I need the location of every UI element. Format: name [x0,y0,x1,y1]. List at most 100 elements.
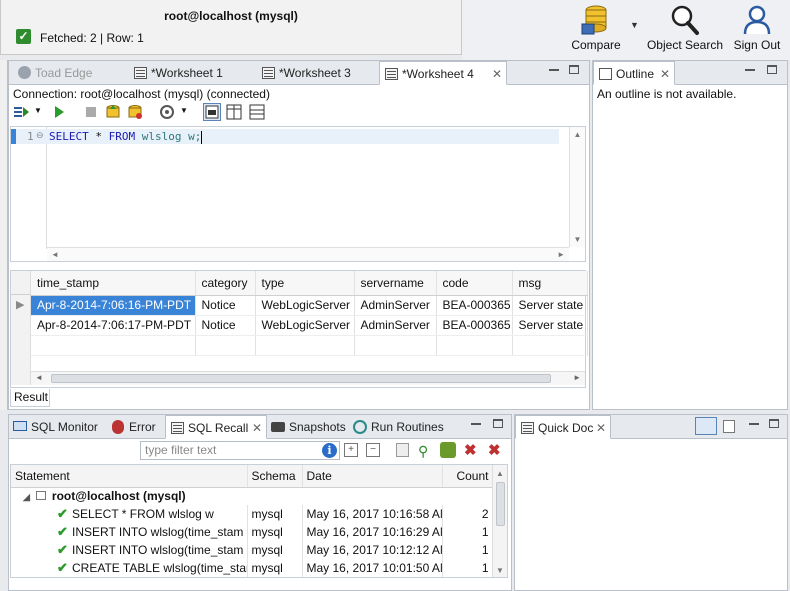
list-item[interactable]: ✔ SELECT * FROM wlslog w mysql May 16, 20… [11,505,494,523]
format-icon[interactable] [158,103,176,121]
tab-label: SQL Recall [188,421,249,435]
table-cell[interactable]: Notice [195,295,256,316]
recall-vertical-scrollbar[interactable]: ▲ ▼ [492,465,507,577]
expand-all-icon[interactable]: + [344,443,358,457]
table-row[interactable]: Apr-8-2014-7:06:17-PM-PDT Notice WebLogi… [31,315,588,336]
grid-corner [11,271,31,295]
compare-button[interactable]: Compare [566,0,626,58]
close-icon[interactable]: ✕ [660,62,670,86]
collapse-all-icon[interactable]: − [366,443,380,457]
tab-outline[interactable]: Outline ✕ [593,61,675,85]
tab-worksheet-1[interactable]: *Worksheet 1 [129,61,244,85]
camera-icon [271,422,285,432]
table-cell[interactable]: Server state c [512,295,588,316]
scroll-thumb[interactable] [495,482,505,526]
sign-out-label: Sign Out [733,38,781,52]
sign-out-button[interactable]: Sign Out [728,0,786,58]
column-header[interactable]: Count [442,465,494,488]
date-cell: May 16, 2017 10:16:29 AM [302,523,443,541]
tab-quick-doc[interactable]: Quick Doc ✕ [515,415,611,439]
tab-sql-recall[interactable]: SQL Recall ✕ [165,415,267,439]
sql-star: * [88,130,109,143]
rollback-icon[interactable] [126,103,144,121]
column-header[interactable]: Schema [247,465,303,488]
link-editor-icon[interactable] [695,417,717,435]
collapse-triangle-icon[interactable]: ◢ [23,492,30,503]
table-cell[interactable]: Apr-8-2014-7:06:17-PM-PDT [31,315,196,336]
tab-toad-edge[interactable]: Toad Edge [13,61,118,85]
grid-horizontal-scrollbar[interactable]: ◄ ► [31,371,585,385]
minimize-icon[interactable] [471,423,481,425]
tab-worksheet-3[interactable]: *Worksheet 3 [257,61,372,85]
format-dropdown-icon[interactable]: ▼ [180,106,188,115]
layout-split-icon[interactable] [225,103,243,121]
close-icon[interactable]: ✕ [252,416,262,440]
remove-icon[interactable]: ✖ [464,441,477,459]
tab-worksheet-4[interactable]: *Worksheet 4 ✕ [379,61,507,85]
tab-error[interactable]: Error [107,415,165,439]
stop-icon[interactable] [82,103,100,121]
view-menu-icon[interactable] [723,420,735,433]
maximize-icon[interactable] [569,65,579,74]
table-cell[interactable]: Notice [195,315,256,336]
minimize-icon[interactable] [745,69,755,71]
list-item[interactable]: ✔ CREATE TABLE wlslog(time_star mysql May… [11,559,494,577]
column-header[interactable]: Date [302,465,443,488]
table-cell[interactable]: Apr-8-2014-7:06:16-PM-PDT [31,295,196,316]
maximize-icon[interactable] [769,419,779,428]
schema-cell: mysql [247,523,303,541]
code-line[interactable]: SELECT * FROM wlslog w; [49,129,203,144]
scroll-thumb[interactable] [51,374,551,383]
column-header[interactable]: type [255,271,355,296]
line-gutter [11,127,47,249]
recall-group-row[interactable]: ◢ root@localhost (mysql) [11,487,494,505]
favorites-icon[interactable] [440,442,456,458]
column-header[interactable]: time_stamp [31,271,196,296]
commit-icon[interactable] [104,103,122,121]
copy-icon[interactable] [396,443,409,457]
table-cell[interactable]: Server state c [512,315,588,336]
outline-icon [599,68,612,80]
layout-grid-icon[interactable] [248,103,266,121]
compare-dropdown-icon[interactable]: ▼ [630,20,639,30]
filter-icon[interactable]: ⚲ [418,443,428,460]
table-cell[interactable]: AdminServer [354,295,437,316]
table-row[interactable]: Apr-8-2014-7:06:16-PM-PDT Notice WebLogi… [31,295,588,316]
column-header[interactable]: code [436,271,513,296]
table-cell[interactable]: BEA-000365 [436,315,513,336]
table-cell[interactable]: BEA-000365 [436,295,513,316]
execute-dropdown-icon[interactable]: ▼ [34,106,42,115]
run-icon[interactable] [50,103,68,121]
list-item[interactable]: ✔ INSERT INTO wlslog(time_stam mysql May … [11,541,494,559]
editor-vertical-scrollbar[interactable]: ▲ ▼ [569,127,585,247]
minimize-icon[interactable] [749,423,759,425]
column-header[interactable]: category [195,271,256,296]
close-icon[interactable]: ✕ [492,62,502,86]
column-header[interactable]: msg [512,271,588,296]
table-cell[interactable]: AdminServer [354,315,437,336]
table-cell[interactable]: WebLogicServer [255,295,355,316]
minimize-icon[interactable] [549,69,559,71]
maximize-icon[interactable] [767,65,777,74]
fold-icon[interactable]: ⊖ [36,130,44,141]
tab-run-routines[interactable]: Run Routines [349,415,449,439]
execute-script-icon[interactable] [13,103,31,121]
filter-input[interactable]: type filter text i [140,441,340,460]
fetched-status: Fetched: 2 | Row: 1 [40,31,144,45]
table-cell[interactable]: WebLogicServer [255,315,355,336]
column-header[interactable]: servername [354,271,437,296]
layout-single-icon[interactable] [203,103,221,121]
info-icon[interactable]: i [322,443,337,458]
column-header[interactable]: Statement [11,465,248,488]
clear-all-icon[interactable]: ✖ [488,441,501,459]
close-icon[interactable]: ✕ [596,416,606,440]
tab-snapshots[interactable]: Snapshots [267,415,353,439]
list-item[interactable]: ✔ INSERT INTO wlslog(time_stam mysql May … [11,523,494,541]
maximize-icon[interactable] [493,419,503,428]
tab-sql-monitor[interactable]: SQL Monitor [9,415,107,439]
sql-editor[interactable]: 1 ⊖ SELECT * FROM wlslog w; ▲ ▼ ◄ ► [10,126,586,262]
recall-table: Statement Schema Date Count ◢ root@localh… [11,465,494,577]
editor-horizontal-scrollbar[interactable]: ◄ ► [47,247,569,261]
object-search-button[interactable]: Object Search [645,0,725,58]
result-tab[interactable]: Result [10,389,50,407]
